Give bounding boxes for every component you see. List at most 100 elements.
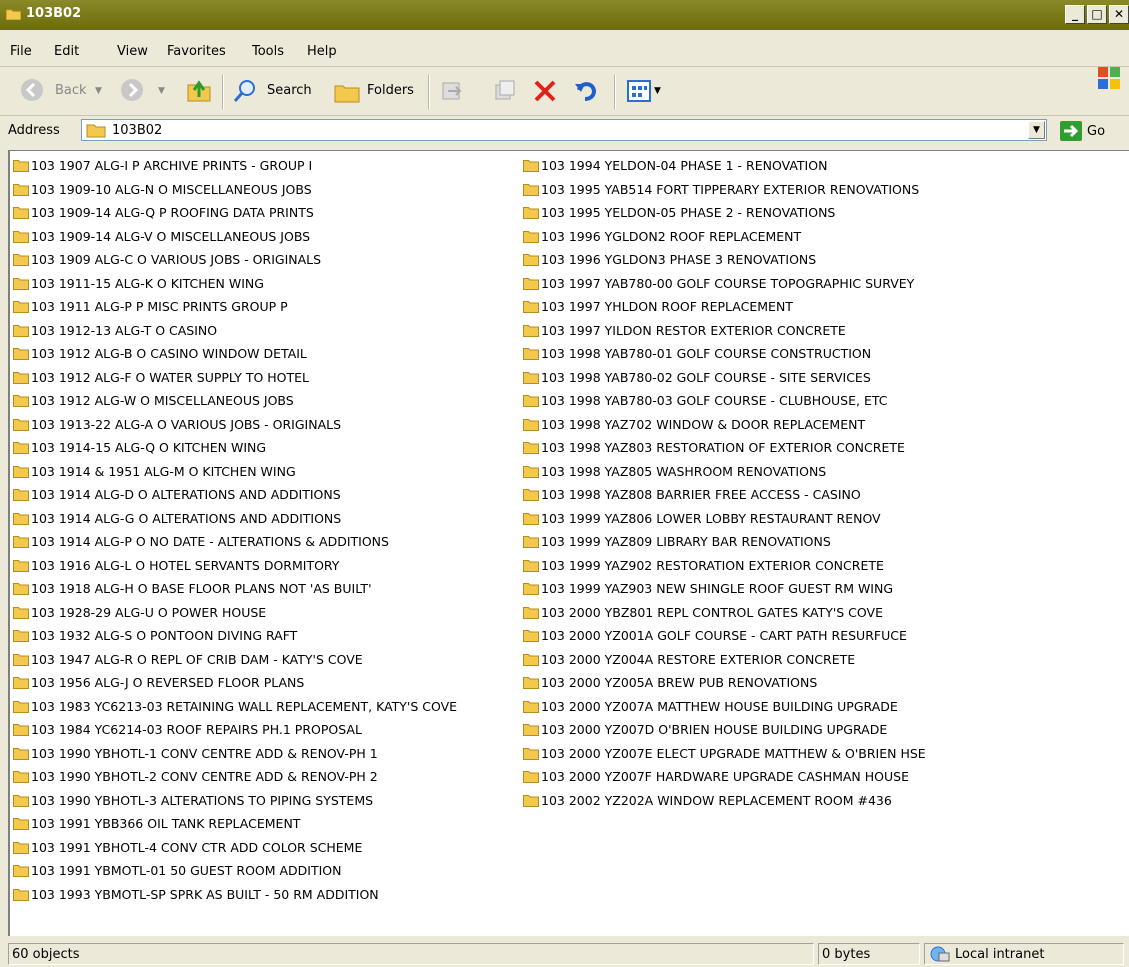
folder-item[interactable]: 103 1914 ALG-G O ALTERATIONS AND ADDITIO… [13, 507, 457, 531]
folder-item[interactable]: 103 1995 YAB514 FORT TIPPERARY EXTERIOR … [523, 178, 926, 202]
folder-item[interactable]: 103 1999 YAZ903 NEW SHINGLE ROOF GUEST R… [523, 577, 926, 601]
folder-item[interactable]: 103 1984 YC6214-03 ROOF REPAIRS PH.1 PRO… [13, 718, 457, 742]
folder-item[interactable]: 103 1990 YBHOTL-2 CONV CENTRE ADD & RENO… [13, 765, 457, 789]
folder-item[interactable]: 103 1997 YILDON RESTOR EXTERIOR CONCRETE [523, 319, 926, 343]
folder-item[interactable]: 103 1909 ALG-C O VARIOUS JOBS - ORIGINAL… [13, 248, 457, 272]
views-icon[interactable] [626, 79, 652, 103]
menu-tools[interactable]: Tools [252, 44, 284, 59]
folder-item[interactable]: 103 1911-15 ALG-K O KITCHEN WING [13, 272, 457, 296]
folder-item[interactable]: 103 1998 YAZ808 BARRIER FREE ACCESS - CA… [523, 483, 926, 507]
folder-item[interactable]: 103 1912 ALG-W O MISCELLANEOUS JOBS [13, 389, 457, 413]
folder-item[interactable]: 103 1998 YAZ805 WASHROOM RENOVATIONS [523, 460, 926, 484]
folder-item[interactable]: 103 2000 YBZ801 REPL CONTROL GATES KATY'… [523, 601, 926, 625]
folder-item[interactable]: 103 1999 YAZ809 LIBRARY BAR RENOVATIONS [523, 530, 926, 554]
folder-item[interactable]: 103 1998 YAB780-03 GOLF COURSE - CLUBHOU… [523, 389, 926, 413]
minimize-button[interactable]: _ [1065, 5, 1085, 24]
folder-item[interactable]: 103 1912 ALG-B O CASINO WINDOW DETAIL [13, 342, 457, 366]
folder-item[interactable]: 103 1994 YELDON-04 PHASE 1 - RENOVATION [523, 154, 926, 178]
folder-item[interactable]: 103 1916 ALG-L O HOTEL SERVANTS DORMITOR… [13, 554, 457, 578]
address-input[interactable]: 103B02 ▼ [81, 119, 1047, 141]
folder-item[interactable]: 103 1928-29 ALG-U O POWER HOUSE [13, 601, 457, 625]
menu-file[interactable]: File [10, 44, 32, 59]
folder-item[interactable]: 103 1909-14 ALG-V O MISCELLANEOUS JOBS [13, 225, 457, 249]
toolbar: Back ▼ ▼ Search Folders ▼ [0, 67, 1129, 116]
folder-item[interactable]: 103 2000 YZ007E ELECT UPGRADE MATTHEW & … [523, 742, 926, 766]
folder-name: 103 2000 YZ001A GOLF COURSE - CART PATH … [541, 628, 907, 644]
folder-item[interactable]: 103 1912 ALG-F O WATER SUPPLY TO HOTEL [13, 366, 457, 390]
folder-item[interactable]: 103 2000 YZ004A RESTORE EXTERIOR CONCRET… [523, 648, 926, 672]
menu-view[interactable]: View [117, 44, 148, 59]
folder-item[interactable]: 103 1990 YBHOTL-3 ALTERATIONS TO PIPING … [13, 789, 457, 813]
folder-item[interactable]: 103 1912-13 ALG-T O CASINO [13, 319, 457, 343]
title-bar[interactable]: 103B02 _ □ ✕ [0, 0, 1129, 30]
folder-item[interactable]: 103 1913-22 ALG-A O VARIOUS JOBS - ORIGI… [13, 413, 457, 437]
folder-item[interactable]: 103 1991 YBHOTL-4 CONV CTR ADD COLOR SCH… [13, 836, 457, 860]
folder-item[interactable]: 103 1911 ALG-P P MISC PRINTS GROUP P [13, 295, 457, 319]
search-button[interactable]: Search [267, 83, 312, 98]
folder-item[interactable]: 103 2000 YZ007D O'BRIEN HOUSE BUILDING U… [523, 718, 926, 742]
folders-button[interactable]: Folders [367, 83, 414, 98]
folder-item[interactable]: 103 1956 ALG-J O REVERSED FLOOR PLANS [13, 671, 457, 695]
folder-item[interactable]: 103 2000 YZ007A MATTHEW HOUSE BUILDING U… [523, 695, 926, 719]
folder-item[interactable]: 103 1997 YHLDON ROOF REPLACEMENT [523, 295, 926, 319]
address-dropdown-button[interactable]: ▼ [1028, 121, 1045, 139]
folder-item[interactable]: 103 1996 YGLDON3 PHASE 3 RENOVATIONS [523, 248, 926, 272]
search-icon[interactable] [232, 78, 258, 104]
folder-name: 103 2000 YZ007A MATTHEW HOUSE BUILDING U… [541, 698, 898, 714]
folder-item[interactable]: 103 1907 ALG-I P ARCHIVE PRINTS - GROUP … [13, 154, 457, 178]
back-arrow-icon[interactable] [20, 78, 44, 102]
folders-icon[interactable] [333, 78, 361, 104]
folder-item[interactable]: 103 1993 YBMOTL-SP SPRK AS BUILT - 50 RM… [13, 883, 457, 907]
folder-item[interactable]: 103 1996 YGLDON2 ROOF REPLACEMENT [523, 225, 926, 249]
folder-item[interactable]: 103 2000 YZ005A BREW PUB RENOVATIONS [523, 671, 926, 695]
undo-icon[interactable] [573, 78, 599, 104]
folder-item[interactable]: 103 1983 YC6213-03 RETAINING WALL REPLAC… [13, 695, 457, 719]
folder-item[interactable]: 103 1990 YBHOTL-1 CONV CENTRE ADD & RENO… [13, 742, 457, 766]
folder-item[interactable]: 103 1909-10 ALG-N O MISCELLANEOUS JOBS [13, 178, 457, 202]
menu-edit[interactable]: Edit [54, 44, 79, 59]
folder-name: 103 1995 YAB514 FORT TIPPERARY EXTERIOR … [541, 181, 920, 197]
folder-item[interactable]: 103 1991 YBB366 OIL TANK REPLACEMENT [13, 812, 457, 836]
folder-item[interactable]: 103 1998 YAB780-01 GOLF COURSE CONSTRUCT… [523, 342, 926, 366]
folder-name: 103 1909 ALG-C O VARIOUS JOBS - ORIGINAL… [31, 252, 322, 268]
folder-item[interactable]: 103 1998 YAB780-02 GOLF COURSE - SITE SE… [523, 366, 926, 390]
maximize-button[interactable]: □ [1087, 5, 1107, 24]
folder-item[interactable]: 103 2000 YZ001A GOLF COURSE - CART PATH … [523, 624, 926, 648]
move-to-icon[interactable] [440, 79, 464, 103]
folder-name: 103 1990 YBHOTL-3 ALTERATIONS TO PIPING … [31, 792, 374, 808]
file-list[interactable]: 103 1907 ALG-I P ARCHIVE PRINTS - GROUP … [8, 150, 1129, 936]
up-folder-icon[interactable] [186, 77, 212, 103]
folder-item[interactable]: 103 1999 YAZ806 LOWER LOBBY RESTAURANT R… [523, 507, 926, 531]
folder-item[interactable]: 103 1909-14 ALG-Q P ROOFING DATA PRINTS [13, 201, 457, 225]
forward-dropdown-icon[interactable]: ▼ [158, 86, 165, 96]
forward-arrow-icon[interactable] [120, 78, 144, 102]
folder-item[interactable]: 103 1991 YBMOTL-01 50 GUEST ROOM ADDITIO… [13, 859, 457, 883]
close-button[interactable]: ✕ [1109, 5, 1129, 24]
folder-item[interactable]: 103 2000 YZ007F HARDWARE UPGRADE CASHMAN… [523, 765, 926, 789]
folder-item[interactable]: 103 1914 & 1951 ALG-M O KITCHEN WING [13, 460, 457, 484]
folder-item[interactable]: 103 1999 YAZ902 RESTORATION EXTERIOR CON… [523, 554, 926, 578]
folder-item[interactable]: 103 1914 ALG-P O NO DATE - ALTERATIONS &… [13, 530, 457, 554]
copy-to-icon[interactable] [493, 79, 517, 103]
folder-item[interactable]: 103 1997 YAB780-00 GOLF COURSE TOPOGRAPH… [523, 272, 926, 296]
folder-name: 103 2000 YZ007E ELECT UPGRADE MATTHEW & … [541, 745, 926, 761]
back-button[interactable]: Back [55, 83, 87, 98]
folder-icon [13, 583, 29, 596]
menu-favorites[interactable]: Favorites [167, 44, 226, 59]
folder-item[interactable]: 103 1918 ALG-H O BASE FLOOR PLANS NOT 'A… [13, 577, 457, 601]
views-dropdown-icon[interactable]: ▼ [654, 86, 661, 96]
folder-item[interactable]: 103 1998 YAZ803 RESTORATION OF EXTERIOR … [523, 436, 926, 460]
folder-icon [13, 371, 29, 384]
delete-icon[interactable] [532, 78, 558, 104]
menu-help[interactable]: Help [307, 44, 337, 59]
folder-item[interactable]: 103 1914 ALG-D O ALTERATIONS AND ADDITIO… [13, 483, 457, 507]
folder-item[interactable]: 103 2002 YZ202A WINDOW REPLACEMENT ROOM … [523, 789, 926, 813]
folder-item[interactable]: 103 1995 YELDON-05 PHASE 2 - RENOVATIONS [523, 201, 926, 225]
folder-item[interactable]: 103 1914-15 ALG-Q O KITCHEN WING [13, 436, 457, 460]
folder-item[interactable]: 103 1947 ALG-R O REPL OF CRIB DAM - KATY… [13, 648, 457, 672]
folder-item[interactable]: 103 1998 YAZ702 WINDOW & DOOR REPLACEMEN… [523, 413, 926, 437]
back-dropdown-icon[interactable]: ▼ [95, 86, 102, 96]
menu-bar: File Edit View Favorites Tools Help [0, 30, 1129, 89]
folder-icon [13, 489, 29, 502]
folder-item[interactable]: 103 1932 ALG-S O PONTOON DIVING RAFT [13, 624, 457, 648]
